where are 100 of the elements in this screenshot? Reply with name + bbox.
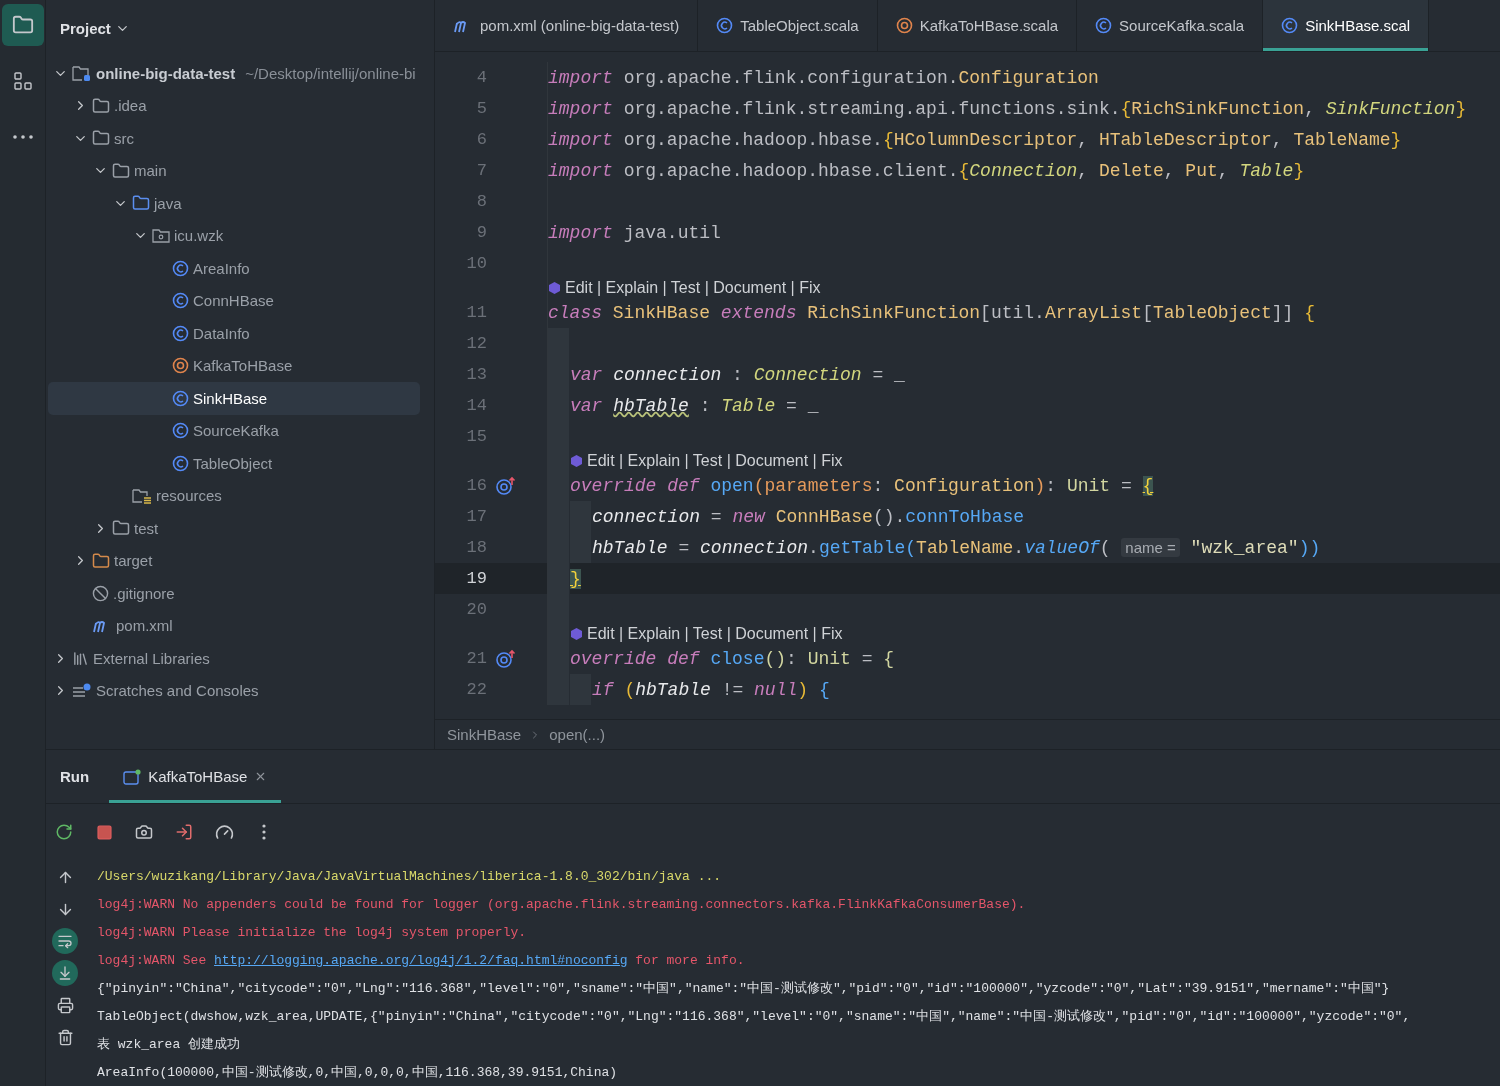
tree-item[interactable]: External Libraries [48, 642, 420, 675]
tree-item-label: SinkHBase [193, 389, 268, 407]
scratches-icon [72, 682, 92, 699]
console-line: AreaInfo(100000,中国-测试修改,0,中国,0,0,0,中国,116.368,39.9151,China) [97, 1064, 619, 1082]
wrap-icon [57, 933, 73, 949]
tool-window-button[interactable] [1, 4, 44, 46]
line-number: 11 [465, 303, 487, 322]
class-icon [172, 389, 189, 407]
object-icon [895, 17, 913, 34]
code-line: import java.util [548, 222, 721, 243]
tree-item-label: AreaInfo [193, 259, 250, 277]
code-line: if (hbTable != null) { [592, 679, 830, 700]
line-number: 12 [465, 334, 487, 353]
code-line: var connection : Connection = _ [570, 364, 905, 385]
folder-icon [132, 194, 150, 213]
code-line: var hbTable : Table = _ [570, 395, 819, 416]
tree-item-label: main [134, 162, 167, 180]
code-line: connection = new ConnHBase().connToHbase [592, 506, 1025, 527]
print-icon [56, 996, 74, 1014]
console-line: /Users/wuzikang/Library/Java/JavaVirtualMachines/liberica-1.8.0_302/bin/java ... [97, 867, 723, 886]
console-link[interactable]: http://logging.apache.org/log4j/1.2/faq.html#noconfig [214, 952, 628, 968]
tree-item-label: TableObject [193, 454, 273, 472]
tree-item[interactable]: icu.wzk [48, 219, 420, 252]
override-icon [495, 648, 517, 669]
line-number: 8 [475, 192, 487, 211]
breadcrumb-item[interactable]: SinkHBase [447, 726, 522, 743]
editor-tab[interactable]: TableObject.scala [698, 0, 878, 51]
line-number: 18 [465, 538, 487, 557]
tree-item[interactable]: TableObject [48, 447, 420, 480]
console-tool-button[interactable] [52, 960, 78, 986]
tree-item[interactable]: resources [48, 479, 420, 512]
tree-item-label: pom.xml [116, 617, 173, 635]
panel-title[interactable]: Project [60, 20, 111, 37]
tree-item[interactable]: java [48, 187, 420, 220]
tree-item-label: java [154, 194, 182, 212]
breadcrumb-item[interactable]: open(...) [549, 726, 606, 743]
scroll-to-end-icon [57, 965, 73, 981]
tree-item[interactable]: SinkHBase [48, 382, 420, 415]
class-icon [172, 454, 189, 472]
folder-icon [92, 96, 110, 115]
tree-item[interactable]: Scratches and Consoles [48, 674, 420, 707]
tree-item-label: resources [156, 487, 222, 505]
folder-icon [112, 161, 130, 180]
line-number: 22 [465, 680, 487, 699]
code-actions-hint[interactable]: Edit | Explain | Test | Document | Fix [570, 625, 843, 643]
code-line: import org.apache.flink.streaming.api.functions.sink.{RichSinkFunction, SinkFunction} [548, 98, 1467, 119]
folder-icon [92, 129, 110, 148]
code-actions-hint[interactable]: Edit | Explain | Test | Document | Fix [570, 452, 843, 470]
panel-title: Run [60, 767, 90, 787]
tree-item[interactable]: KafkaToHBase [48, 349, 420, 382]
tree-item[interactable]: AreaInfo [48, 252, 420, 285]
tree-item[interactable]: online-big-data-test ~/Desktop/intellij/online-bi [48, 57, 420, 90]
tree-item[interactable]: src [48, 122, 420, 155]
class-icon [172, 422, 189, 440]
code-line: import org.apache.flink.configuration.Configuration [548, 67, 1099, 88]
tree-item[interactable]: test [48, 512, 420, 545]
code-line: class SinkHBase extends RichSinkFunction[util.ArrayList[TableObject]] { [548, 302, 1315, 323]
class-icon [172, 324, 189, 342]
project-icon [11, 14, 34, 36]
tree-item-label: test [134, 519, 159, 537]
tree-item[interactable]: pom.xml [48, 609, 420, 642]
exit-icon [175, 823, 193, 841]
console-line: log4j:WARN Please initialize the log4j system properly. [97, 923, 528, 942]
ai-assistant-icon [548, 281, 561, 295]
line-number: 21 [465, 649, 487, 668]
console-tool-button[interactable] [52, 928, 78, 954]
line-number: 7 [475, 161, 487, 180]
line-number: 16 [465, 476, 487, 495]
class-icon [1095, 17, 1113, 34]
line-number: 4 [475, 68, 487, 87]
tree-item[interactable]: DataInfo [48, 317, 420, 350]
project-folder-icon [72, 64, 92, 82]
tree-item[interactable]: .gitignore [48, 577, 420, 610]
editor-tab[interactable]: SinkHBase.scal [1263, 0, 1430, 51]
console-line: {"pinyin":"China","citycode":"0","Lng":"116.368","level":"0","sname":"中国","name":"中国-测试修改","pid":"0","id":"100000","yzcode":"0","Lat":"39.9151","mername":"中国"} [97, 980, 1391, 998]
rerun-icon [55, 823, 73, 841]
console-line: log4j:WARN No appenders could be found for logger (org.apache.flink.streaming.connectors.kafka.FlinkKafkaConsumerBase). [97, 895, 1027, 914]
override-icon [495, 475, 517, 496]
tree-item[interactable]: SourceKafka [48, 414, 420, 447]
line-number: 13 [465, 365, 487, 384]
object-icon [172, 357, 189, 375]
more-icon [262, 824, 266, 840]
line-number: 10 [465, 254, 487, 273]
class-icon [172, 259, 189, 277]
console-line: 表 wzk_area 创建成功 [97, 1036, 241, 1054]
tree-item[interactable]: main [48, 154, 420, 187]
tree-item[interactable]: ConnHBase [48, 284, 420, 317]
editor-tab[interactable]: pom.xml (online-big-data-test) [435, 0, 699, 51]
code-actions-hint[interactable]: Edit | Explain | Test | Document | Fix [548, 279, 821, 297]
tree-item-label: DataInfo [193, 324, 250, 342]
editor-tab[interactable]: KafkaToHBase.scala [877, 0, 1078, 51]
trash-icon [56, 1028, 74, 1046]
run-tab[interactable]: KafkaToHBase [109, 750, 282, 803]
console-line: log4j:WARN See http://logging.apache.org/log4j/1.2/faq.html#noconfig for more info. [97, 951, 746, 970]
line-number: 20 [465, 600, 487, 619]
tree-item[interactable]: .idea [48, 89, 420, 122]
tree-item-label: External Libraries [93, 649, 210, 667]
tree-item[interactable]: target [48, 544, 420, 577]
code-line: hbTable = connection.getTable(TableName.valueOf( name = "wzk_area")) [592, 537, 1321, 558]
tree-item-label: KafkaToHBase [193, 357, 293, 375]
